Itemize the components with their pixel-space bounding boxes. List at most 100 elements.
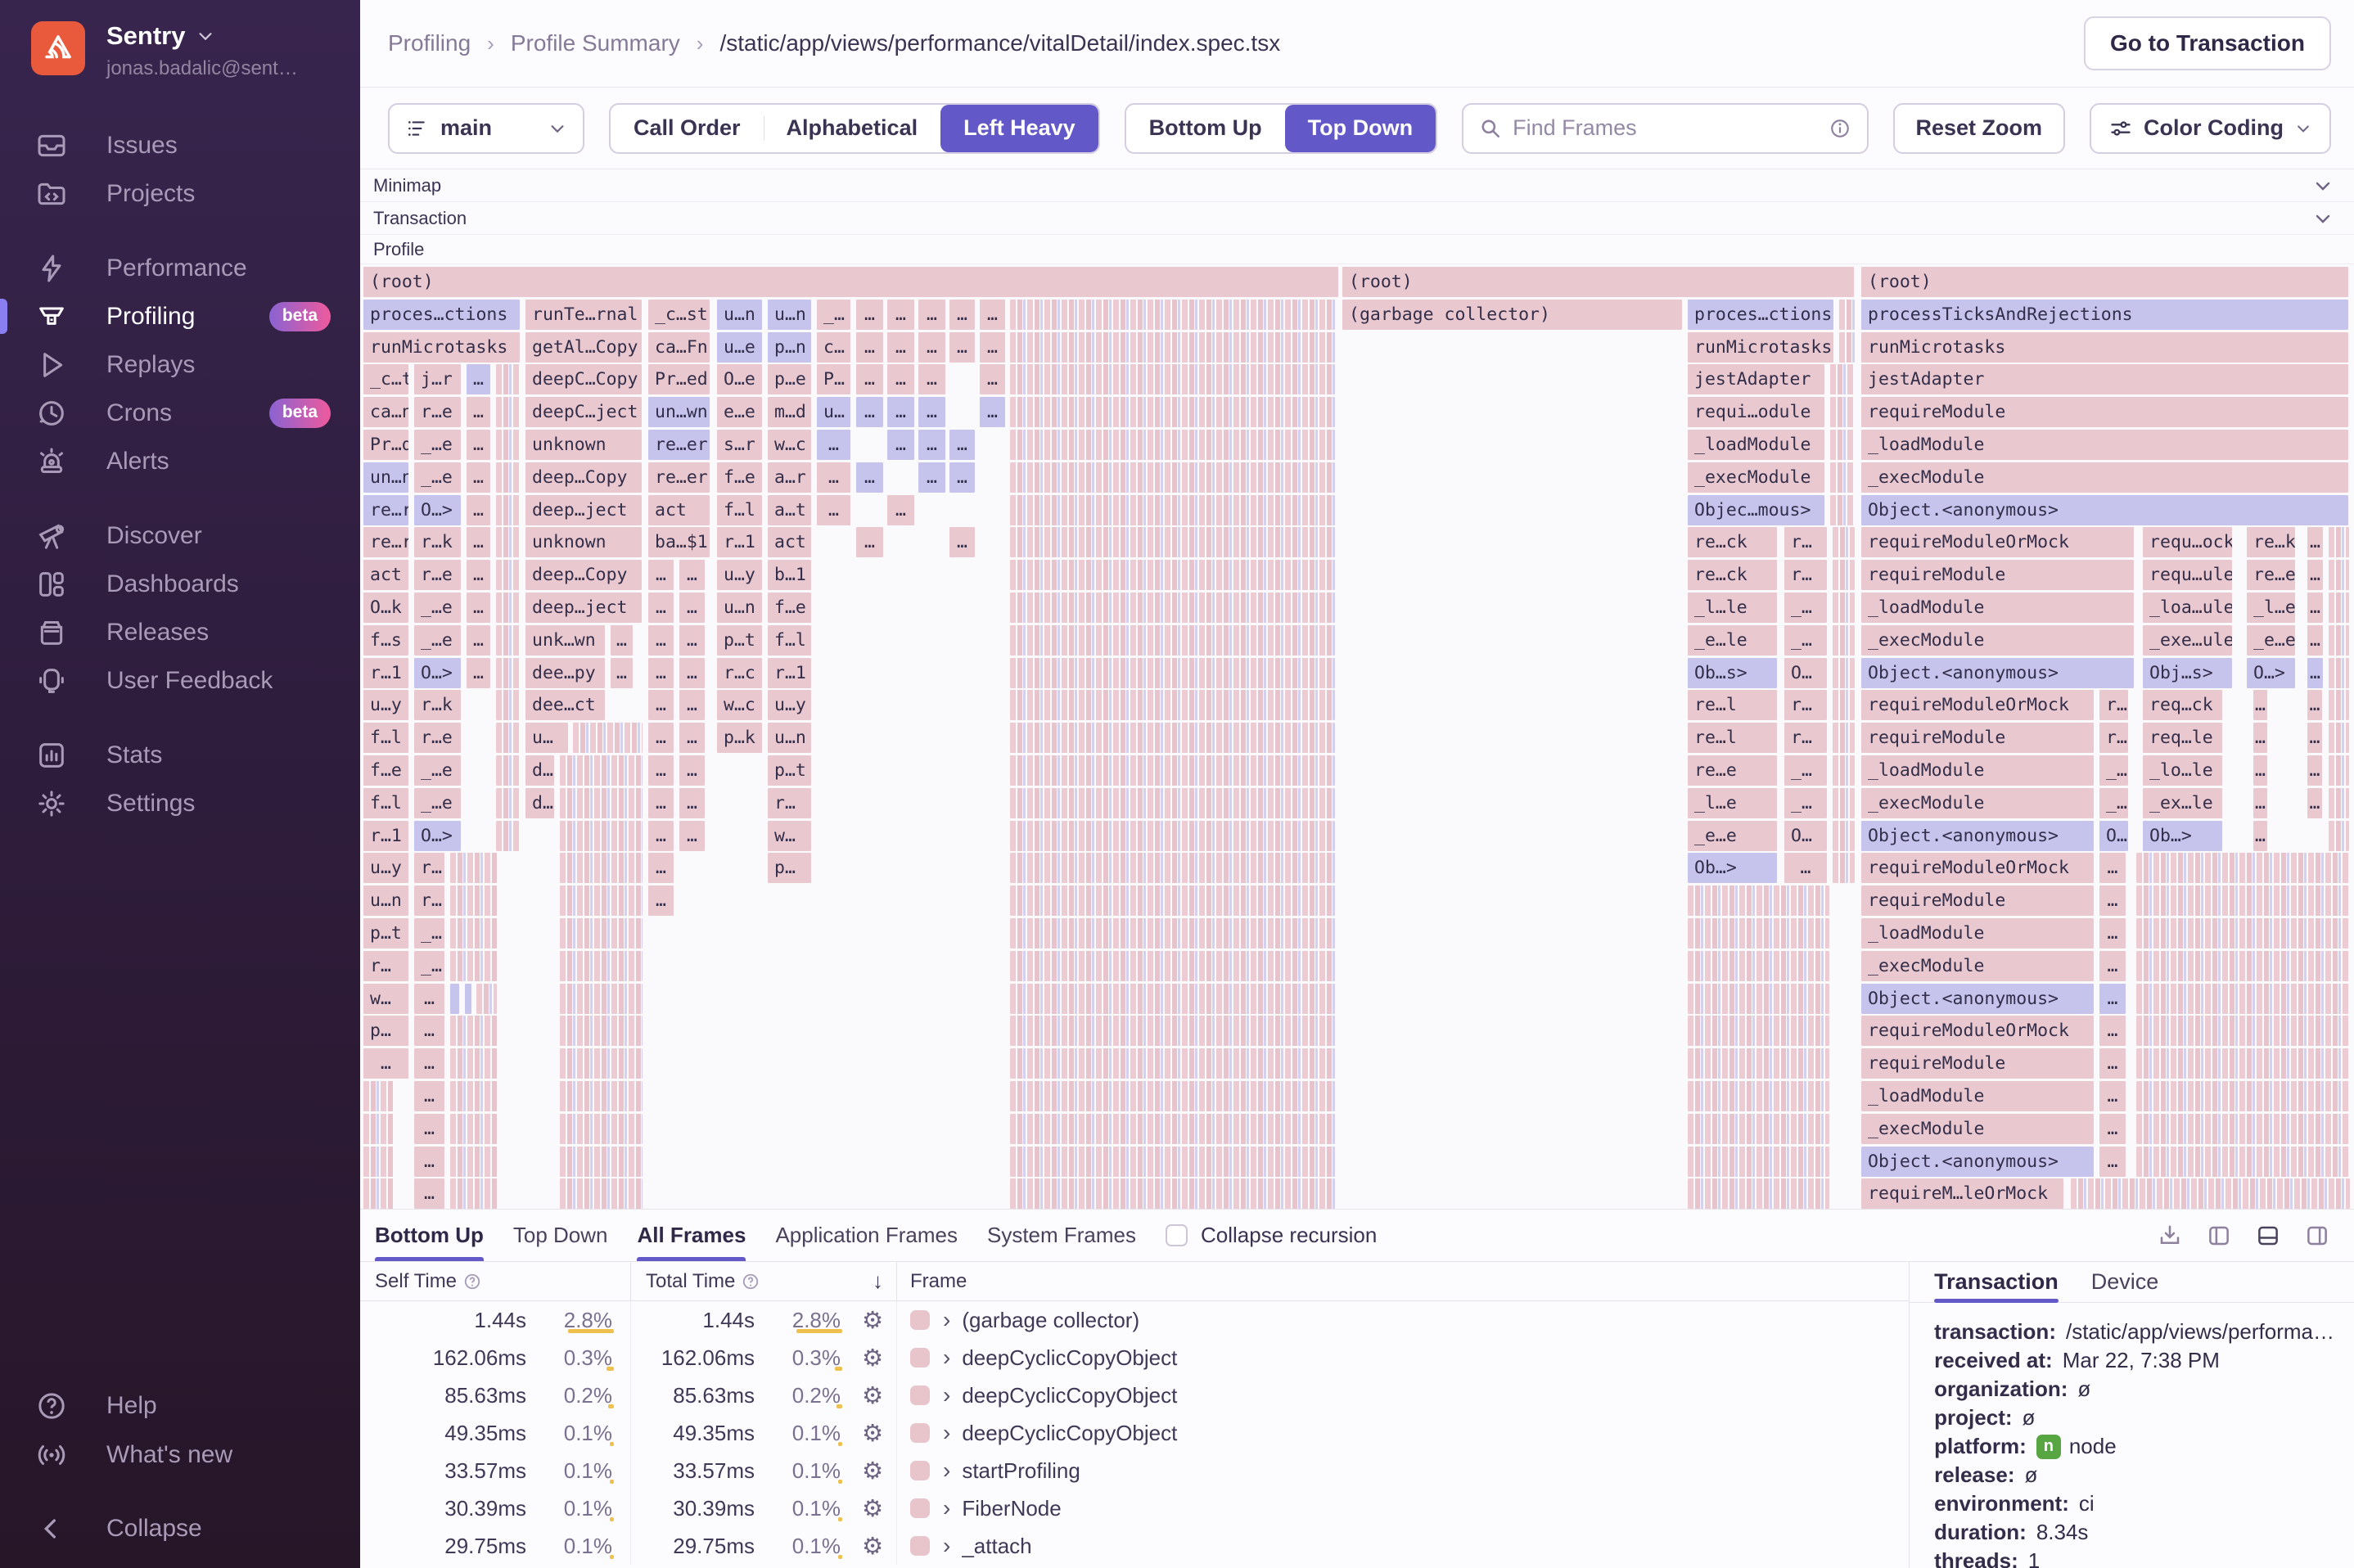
flame-frame[interactable]: requ…ock [2143,527,2232,557]
flame-frame[interactable]: r…1 [717,527,762,557]
flame-frame[interactable]: … [679,560,705,590]
flame-frame[interactable]: Ob…> [2143,821,2222,851]
flame-frame[interactable] [450,1147,497,1177]
flame-frame[interactable]: … [467,364,490,394]
tab-bottom-up[interactable]: Bottom Up [375,1210,484,1261]
flame-frame[interactable]: … [2307,658,2323,688]
flame-frame[interactable] [450,984,459,1014]
flame-frame[interactable]: … [414,1081,444,1111]
flame-frame[interactable]: … [467,593,490,623]
flame-frame[interactable] [2329,625,2349,656]
flame-frame[interactable]: u…n [768,300,811,330]
flame-frame[interactable]: … [611,658,633,688]
flame-frame[interactable]: … [980,397,1005,427]
flame-frame[interactable]: … [679,821,705,851]
table-row[interactable]: 85.63ms0.2%85.63ms0.2%⚙›deepCyclicCopyOb… [360,1377,1909,1414]
sidebar-item-stats[interactable]: Stats [0,731,360,779]
flame-frame[interactable]: _e…le [1688,625,1777,656]
total-time-header[interactable]: Total Time ↓ [631,1262,897,1300]
flame-frame[interactable]: … [679,690,705,720]
sort-option-call-order[interactable]: Call Order [611,105,764,152]
flame-frame[interactable] [1010,430,1335,460]
flame-frame[interactable]: _… [414,918,444,948]
flame-frame[interactable] [560,1081,643,1111]
flame-frame[interactable]: _execModule [1688,462,1824,493]
flame-frame[interactable] [1010,364,1335,394]
flame-frame[interactable] [2329,821,2349,851]
flame-frame[interactable]: requireM…leOrMock [1861,1178,2063,1209]
sidebar-item-user-feedback[interactable]: User Feedback [0,656,360,705]
flame-frame[interactable]: … [856,364,883,394]
flame-frame[interactable]: r…e [414,397,461,427]
flame-frame[interactable]: … [414,1048,444,1079]
flame-frame[interactable] [2329,755,2349,786]
flame-frame[interactable]: u…n [717,300,762,330]
flame-frame[interactable] [1010,1114,1335,1144]
flame-frame[interactable]: … [887,364,914,394]
direction-option-bottom-up[interactable]: Bottom Up [1126,105,1285,152]
flame-frame[interactable]: p…n [768,332,811,363]
flame-frame[interactable]: … [2307,788,2322,818]
flame-frame[interactable]: … [679,593,705,623]
flame-frame[interactable]: _execModule [1861,1114,2094,1144]
flame-frame[interactable]: … [918,430,945,460]
flame-frame[interactable] [363,1114,394,1144]
tab-all-frames[interactable]: All Frames [637,1210,746,1261]
flame-frame[interactable]: m…d [768,397,811,427]
flame-frame[interactable]: ba…$1 [648,527,710,557]
flame-frame[interactable]: u… [817,397,850,427]
flame-frame[interactable] [1833,821,1855,851]
flame-frame[interactable]: _l…le [1688,593,1777,623]
flame-frame[interactable]: … [648,560,674,590]
flame-frame[interactable] [573,723,643,753]
flame-frame[interactable]: r… [1784,723,1827,753]
flame-frame[interactable]: jestAdapter [1688,364,1824,394]
flame-frame[interactable]: … [817,495,850,525]
flame-frame[interactable]: r… [1784,527,1827,557]
sidebar-item-settings[interactable]: Settings [0,779,360,827]
flame-frame[interactable]: … [467,397,490,427]
sidebar-item-help[interactable]: Help [0,1381,360,1431]
flame-frame[interactable]: … [2307,625,2323,656]
flame-frame[interactable]: u…y [717,560,762,590]
table-row[interactable]: 33.57ms0.1%33.57ms0.1%⚙›startProfiling [360,1452,1909,1489]
flame-frame[interactable] [1833,723,1855,753]
flame-frame[interactable]: _…e [414,462,461,493]
flame-frame[interactable] [363,1178,394,1209]
sidebar-item-replays[interactable]: Replays [0,340,360,389]
flame-frame[interactable] [560,951,643,981]
flame-frame[interactable]: f…e [363,755,408,786]
flame-frame[interactable]: _loadModule [1861,918,2094,948]
chevron-down-icon[interactable] [2313,209,2333,228]
flame-frame[interactable] [2136,1114,2350,1144]
tab-application-frames[interactable]: Application Frames [775,1210,958,1261]
flame-frame[interactable] [560,1147,643,1177]
flame-frame[interactable]: … [467,625,490,656]
minimap-strip[interactable]: Minimap [360,169,2354,202]
flame-frame[interactable] [2136,853,2350,883]
flame-frame[interactable]: … [949,527,975,557]
flame-frame[interactable]: _c…t [363,364,408,394]
flame-frame[interactable]: _… [817,300,850,330]
flame-frame[interactable]: … [2307,690,2322,720]
flame-frame[interactable] [1833,527,1855,557]
flame-frame[interactable]: … [2099,951,2126,981]
chevron-down-icon[interactable] [2313,176,2333,196]
flame-frame[interactable]: u…n [768,723,811,753]
flame-frame[interactable]: a…r [768,462,811,493]
flame-frame[interactable]: _… [1784,755,1827,786]
flame-frame[interactable] [560,984,643,1014]
flame-frame[interactable]: _loa…ule [2143,593,2232,623]
flame-frame[interactable] [2329,658,2349,688]
flame-frame[interactable]: … [2253,788,2267,818]
flame-frame[interactable] [1688,1178,1829,1209]
flame-frame[interactable]: processTicksAndRejections [1861,300,2348,330]
flame-frame[interactable] [2136,885,2350,916]
flame-frame[interactable]: p…t [363,918,408,948]
flame-frame[interactable]: re…er [648,430,710,460]
flame-frame[interactable] [2136,1016,2350,1046]
expand-chevron-icon[interactable]: › [943,1382,950,1408]
flame-frame[interactable]: p… [363,1016,408,1046]
flame-frame[interactable] [1833,690,1855,720]
flame-frame[interactable]: Ob…> [1688,853,1777,883]
